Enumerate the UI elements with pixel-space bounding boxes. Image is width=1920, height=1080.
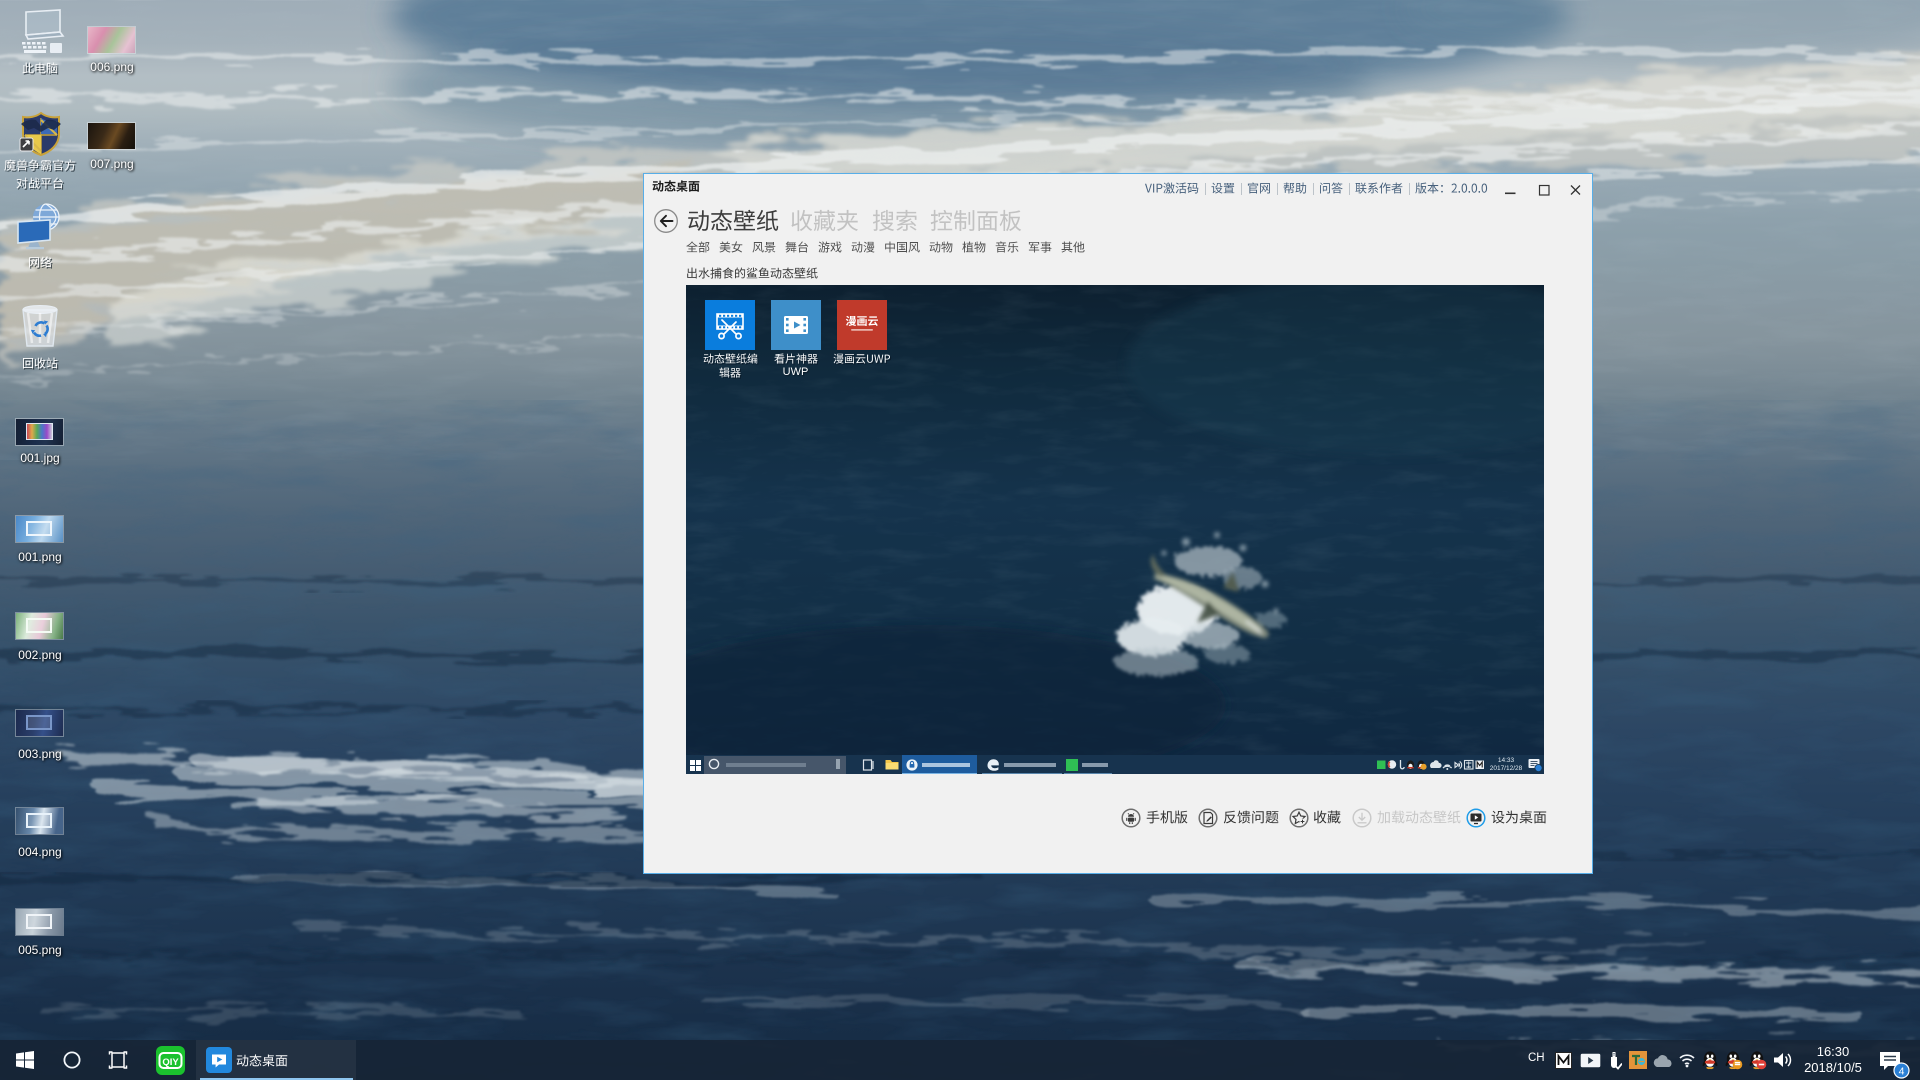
svg-text:QIY: QIY <box>162 1057 179 1068</box>
svg-text:4: 4 <box>1899 1065 1905 1077</box>
